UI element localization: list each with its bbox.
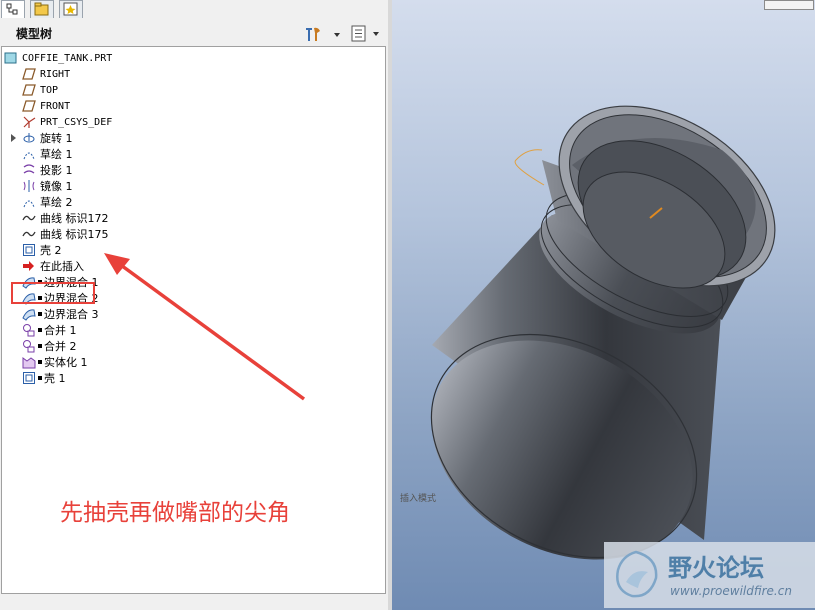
annotation-text: 先抽壳再做嘴部的尖角 — [60, 500, 290, 526]
tab-folder-browser[interactable] — [30, 0, 54, 18]
insert-mode-label: 插入模式 — [400, 494, 437, 504]
watermark-title: 野火论坛 — [668, 554, 764, 582]
forum-watermark: 野火论坛 www.proewildfire.cn — [604, 542, 815, 608]
watermark-url: www.proewildfire.cn — [670, 584, 792, 598]
folder-icon — [34, 2, 49, 16]
star-icon — [63, 2, 78, 16]
tree-icon — [6, 3, 18, 15]
graphics-viewport[interactable]: 插入模式 野火论坛 www.proewildfire.cn — [392, 0, 815, 610]
model-tree-list: COFFIE_TANK.PRT RIGHT TOP FRONT PRT_CSYS… — [1, 46, 386, 594]
forum-logo-icon — [616, 550, 658, 598]
model-tree-pane: 模型树 COFFIE_TANK.PRT RIGHT TOP FRONT PRT_… — [0, 0, 390, 610]
model-tree-header: 模型树 — [0, 20, 390, 46]
zoom-button[interactable] — [764, 0, 814, 10]
coffee-tank-model — [430, 105, 776, 560]
show-columns-icon[interactable] — [350, 24, 384, 44]
tab-favorites[interactable] — [59, 0, 83, 18]
horizontal-scrollbar[interactable] — [0, 594, 390, 610]
tab-model-tree[interactable] — [1, 0, 25, 18]
navigator-tabs — [0, 0, 390, 20]
model-tree-title: 模型树 — [16, 27, 53, 41]
settings-tools-icon[interactable] — [304, 25, 346, 43]
